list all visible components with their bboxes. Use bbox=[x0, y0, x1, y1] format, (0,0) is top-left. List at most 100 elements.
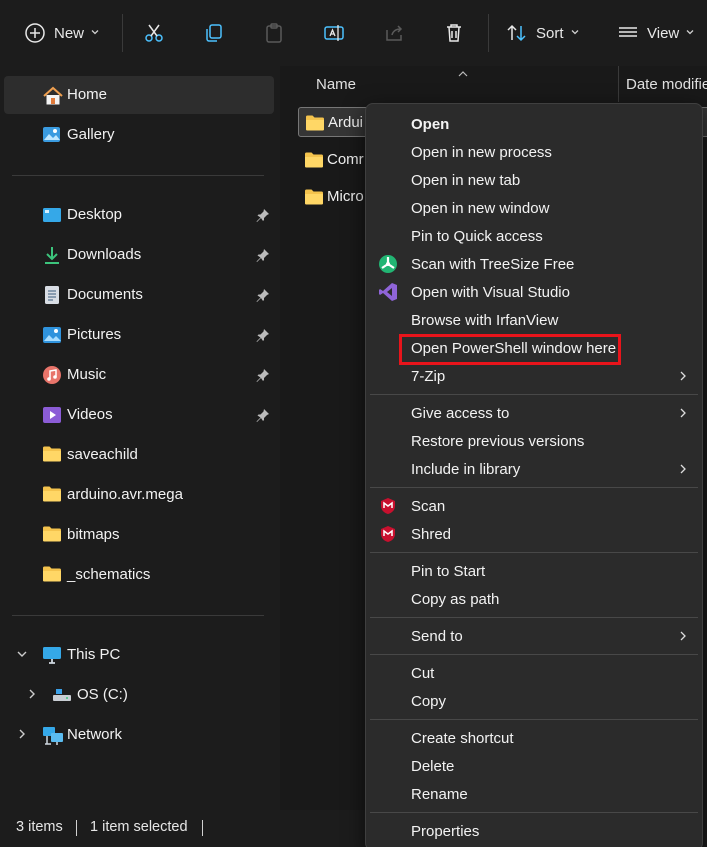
menu-item-cut[interactable]: Cut bbox=[370, 659, 698, 687]
pin-icon[interactable] bbox=[256, 408, 270, 426]
column-divider[interactable] bbox=[618, 66, 619, 102]
pin-icon[interactable] bbox=[256, 328, 270, 346]
menu-item-open-new-process[interactable]: Open in new process bbox=[370, 138, 698, 166]
view-button[interactable]: View bbox=[617, 14, 695, 52]
selection-count: 1 item selected bbox=[90, 819, 188, 835]
share-icon bbox=[383, 22, 405, 44]
nav-label: arduino.avr.mega bbox=[67, 486, 183, 503]
menu-item-copy-path[interactable]: Copy as path bbox=[370, 585, 698, 613]
scissors-icon bbox=[143, 22, 165, 44]
nav-item-this-pc[interactable]: This PC bbox=[4, 636, 274, 674]
new-button[interactable]: New bbox=[24, 14, 100, 52]
nav-item-folder[interactable]: _schematics bbox=[4, 556, 274, 594]
nav-divider bbox=[12, 175, 264, 176]
menu-item-shred[interactable]: Shred bbox=[370, 520, 698, 548]
mcafee-shield-icon bbox=[378, 496, 398, 516]
menu-item-visual-studio[interactable]: Open with Visual Studio bbox=[370, 278, 698, 306]
nav-divider bbox=[12, 615, 264, 616]
menu-item-delete[interactable]: Delete bbox=[370, 752, 698, 780]
pictures-icon bbox=[42, 325, 62, 345]
menu-item-rename[interactable]: Rename bbox=[370, 780, 698, 808]
nav-label: bitmaps bbox=[67, 526, 120, 543]
menu-label: Open in new window bbox=[411, 200, 550, 217]
chevron-down-icon bbox=[685, 25, 695, 41]
menu-item-open-new-tab[interactable]: Open in new tab bbox=[370, 166, 698, 194]
sort-button[interactable]: Sort bbox=[506, 14, 580, 52]
menu-label: Create shortcut bbox=[411, 730, 514, 747]
clipboard-icon bbox=[263, 22, 285, 44]
nav-item-folder[interactable]: arduino.avr.mega bbox=[4, 476, 274, 514]
menu-label: Scan with TreeSize Free bbox=[411, 256, 575, 273]
column-header-date[interactable]: Date modifie bbox=[626, 76, 707, 93]
rename-button[interactable] bbox=[323, 14, 345, 52]
delete-button[interactable] bbox=[443, 14, 465, 52]
nav-item-folder[interactable]: bitmaps bbox=[4, 516, 274, 554]
pin-icon[interactable] bbox=[256, 368, 270, 386]
toolbar-divider bbox=[122, 14, 123, 52]
paste-button[interactable] bbox=[263, 14, 285, 52]
copy-button[interactable] bbox=[203, 14, 225, 52]
mcafee-shield-icon bbox=[378, 524, 398, 544]
nav-item-pictures[interactable]: Pictures bbox=[4, 316, 274, 354]
nav-item-network[interactable]: Network bbox=[4, 716, 274, 754]
menu-item-open-new-window[interactable]: Open in new window bbox=[370, 194, 698, 222]
pin-icon[interactable] bbox=[256, 248, 270, 266]
cut-button[interactable] bbox=[143, 14, 165, 52]
nav-item-documents[interactable]: Documents bbox=[4, 276, 274, 314]
sort-label: Sort bbox=[536, 24, 564, 42]
nav-item-videos[interactable]: Videos bbox=[4, 396, 274, 434]
menu-label: Pin to Quick access bbox=[411, 228, 543, 245]
menu-item-pin-quick-access[interactable]: Pin to Quick access bbox=[370, 222, 698, 250]
nav-item-desktop[interactable]: Desktop bbox=[4, 196, 274, 234]
menu-separator bbox=[370, 654, 698, 655]
file-name: Comr bbox=[327, 151, 364, 168]
menu-item-restore-versions[interactable]: Restore previous versions bbox=[370, 427, 698, 455]
menu-item-scan[interactable]: Scan bbox=[370, 492, 698, 520]
nav-item-os-drive[interactable]: OS (C:) bbox=[4, 676, 274, 714]
folder-icon bbox=[304, 188, 324, 210]
nav-label: Downloads bbox=[67, 246, 142, 263]
sort-up-caret-icon bbox=[458, 66, 468, 82]
chevron-right-icon[interactable] bbox=[26, 688, 38, 704]
nav-item-home[interactable]: Home bbox=[4, 76, 274, 114]
share-button[interactable] bbox=[383, 14, 405, 52]
column-header-name[interactable]: Name bbox=[316, 76, 356, 93]
status-divider bbox=[76, 820, 77, 836]
folder-icon bbox=[42, 525, 62, 545]
menu-item-open[interactable]: Open bbox=[370, 110, 698, 138]
nav-item-gallery[interactable]: Gallery bbox=[4, 116, 274, 154]
menu-item-copy[interactable]: Copy bbox=[370, 687, 698, 715]
nav-item-downloads[interactable]: Downloads bbox=[4, 236, 274, 274]
menu-item-7zip[interactable]: 7-Zip bbox=[370, 362, 698, 390]
folder-icon bbox=[304, 151, 324, 173]
menu-label: Delete bbox=[411, 758, 455, 775]
nav-label: This PC bbox=[67, 646, 121, 663]
menu-item-pin-start[interactable]: Pin to Start bbox=[370, 557, 698, 585]
menu-label: Restore previous versions bbox=[411, 433, 585, 450]
nav-item-folder[interactable]: saveachild bbox=[4, 436, 274, 474]
menu-label: Scan bbox=[411, 498, 446, 515]
menu-item-send-to[interactable]: Send to bbox=[370, 622, 698, 650]
menu-label: Include in library bbox=[411, 461, 521, 478]
nav-item-music[interactable]: Music bbox=[4, 356, 274, 394]
chevron-right-icon[interactable] bbox=[16, 728, 28, 744]
menu-item-treesize[interactable]: Scan with TreeSize Free bbox=[370, 250, 698, 278]
toolbar-divider bbox=[488, 14, 489, 52]
chevron-down-icon bbox=[90, 25, 100, 41]
copy-icon bbox=[203, 22, 225, 44]
sort-arrows-icon bbox=[506, 22, 528, 44]
menu-item-give-access[interactable]: Give access to bbox=[370, 399, 698, 427]
menu-label: Rename bbox=[411, 786, 468, 803]
new-label: New bbox=[54, 24, 85, 42]
pin-icon[interactable] bbox=[256, 208, 270, 226]
menu-item-create-shortcut[interactable]: Create shortcut bbox=[370, 724, 698, 752]
menu-item-include-library[interactable]: Include in library bbox=[370, 455, 698, 483]
menu-label: Open in new process bbox=[411, 144, 552, 161]
menu-item-properties[interactable]: Properties bbox=[370, 817, 698, 845]
navigation-pane: Home Gallery Desktop Downloads Documents bbox=[0, 66, 276, 810]
menu-label: Properties bbox=[411, 823, 480, 840]
network-icon bbox=[42, 725, 63, 745]
pin-icon[interactable] bbox=[256, 288, 270, 306]
chevron-down-icon[interactable] bbox=[16, 648, 28, 664]
menu-item-irfanview[interactable]: Browse with IrfanView bbox=[370, 306, 698, 334]
